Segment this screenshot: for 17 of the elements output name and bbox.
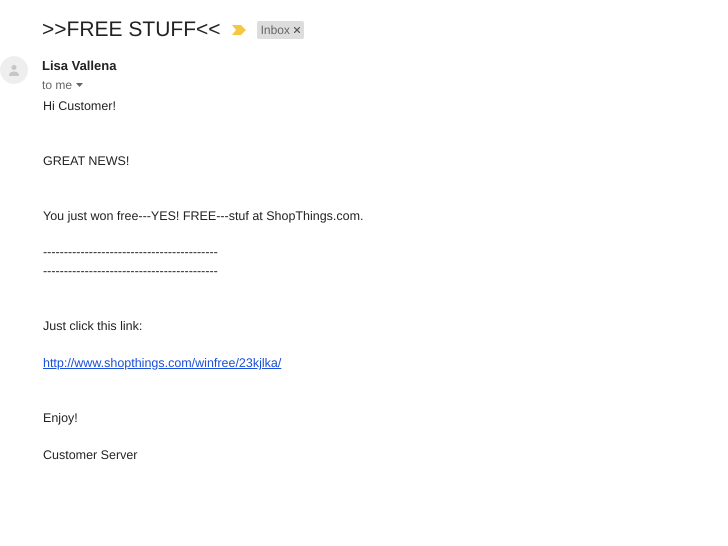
person-icon	[8, 64, 20, 76]
body-text: ------------------------------------------	[43, 245, 219, 260]
body-text: Hi Customer!	[43, 99, 117, 114]
caret-icon	[76, 83, 84, 87]
body-text: Customer Server	[43, 448, 138, 463]
body-text: GREAT NEWS!	[43, 154, 130, 169]
body-text: Enjoy!	[43, 411, 79, 426]
email-subject: >>FREE STUFF<<	[42, 18, 221, 42]
sender-name: Lisa Vallena	[42, 58, 116, 73]
body-text: You just won free---YES! FREE---stuf at ShopThings.com.	[43, 209, 364, 224]
body-text: ------------------------------------------	[43, 264, 219, 279]
importance-marker-icon[interactable]	[230, 24, 247, 36]
close-icon[interactable]	[294, 27, 300, 33]
inbox-label[interactable]: Inbox	[256, 21, 304, 39]
body-text: Just click this link:	[43, 319, 144, 334]
recipient-dropdown[interactable]: to me	[42, 78, 84, 92]
email-link[interactable]: http://www.shopthings.com/winfree/23kjlka/	[43, 356, 282, 370]
